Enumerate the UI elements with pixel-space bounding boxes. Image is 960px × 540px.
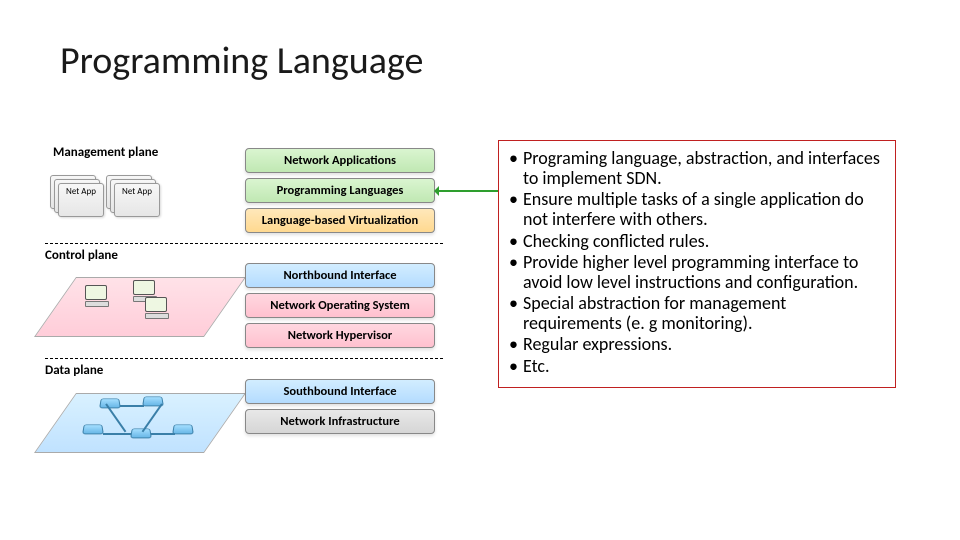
layer-southbound-interface: Southbound Interface [245, 379, 435, 404]
net-app-card-label: Net App [122, 186, 152, 197]
bullet-item: Etc. [509, 356, 885, 376]
sdn-diagram: Management plane Net App Net App Net App… [45, 145, 465, 525]
bullet-item: Programing language, abstraction, and in… [509, 148, 885, 188]
network-edge [120, 405, 144, 407]
divider [45, 358, 443, 359]
layer-network-applications: Network Applications [245, 148, 435, 173]
bullet-item: Ensure multiple tasks of a single applic… [509, 189, 885, 229]
server-icon [85, 285, 111, 309]
bullet-item: Special abstraction for management requi… [509, 293, 885, 333]
layer-network-hypervisor: Network Hypervisor [245, 323, 435, 348]
bullet-item: Checking conflicted rules. [509, 231, 885, 251]
bullet-list-box: Programing language, abstraction, and in… [498, 140, 896, 388]
net-app-stack: Net App Net App Net App [106, 175, 158, 215]
bullet-item: Regular expressions. [509, 334, 885, 354]
net-app-card-label: Net App [66, 186, 96, 197]
layer-network-infrastructure: Network Infrastructure [245, 409, 435, 434]
layer-language-based-virtualization: Language-based Virtualization [245, 208, 435, 233]
network-edge [151, 433, 175, 435]
switch-icon [82, 424, 104, 434]
divider [45, 243, 443, 244]
layer-programming-languages: Programming Languages [245, 178, 435, 203]
arrow-to-programming-languages [437, 190, 499, 192]
network-edge [103, 433, 131, 435]
net-app-card: Net App [114, 183, 160, 217]
slide-title: Programming Language [60, 38, 423, 84]
net-app-stack: Net App Net App Net App [50, 175, 102, 215]
plane-label-control: Control plane [45, 248, 118, 263]
switch-icon [172, 424, 194, 434]
data-plane-plate [34, 393, 246, 453]
net-app-stack-row: Net App Net App Net App Net App Net App … [50, 175, 158, 215]
server-icon [145, 297, 171, 321]
net-app-card: Net App [58, 183, 104, 217]
bullet-item: Provide higher level programming interfa… [509, 252, 885, 292]
plane-label-management: Management plane [53, 145, 158, 160]
plane-label-data: Data plane [45, 363, 103, 378]
layer-network-operating-system: Network Operating System [245, 293, 435, 318]
layer-northbound-interface: Northbound Interface [245, 263, 435, 288]
